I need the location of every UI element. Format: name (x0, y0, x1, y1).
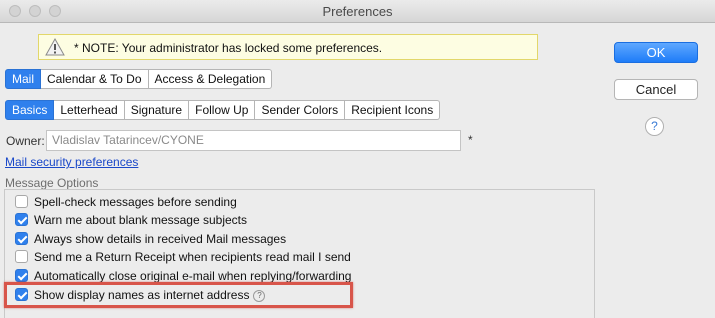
title-bar: Preferences (0, 0, 715, 23)
tab-basics[interactable]: Basics (5, 100, 55, 120)
option-label: Always show details in received Mail mes… (34, 232, 287, 246)
return-receipt-checkbox[interactable] (15, 250, 28, 263)
main-tab-bar: Mail Calendar & To Do Access & Delegatio… (5, 69, 273, 89)
owner-field[interactable]: Vladislav Tatarincev/CYONE (46, 130, 461, 151)
help-icon[interactable]: ? (645, 117, 664, 136)
sub-tab-bar: Basics Letterhead Signature Follow Up Se… (5, 100, 441, 120)
spell-check-checkbox[interactable] (15, 195, 28, 208)
message-options-label: Message Options (5, 176, 99, 190)
tab-calendar-todo[interactable]: Calendar & To Do (41, 69, 149, 89)
tab-follow-up[interactable]: Follow Up (189, 100, 256, 120)
option-label: Send me a Return Receipt when recipients… (34, 250, 351, 264)
mail-security-link[interactable]: Mail security preferences (5, 155, 138, 169)
option-label: Spell-check messages before sending (34, 195, 237, 209)
notice-text: * NOTE: Your administrator has locked so… (74, 41, 383, 55)
highlight-box (4, 282, 353, 308)
ok-button[interactable]: OK (614, 42, 698, 63)
auto-close-checkbox[interactable] (15, 269, 28, 282)
option-label: Automatically close original e-mail when… (34, 269, 352, 283)
warning-icon (45, 38, 65, 56)
required-mark: * (468, 133, 473, 147)
option-label: Warn me about blank message subjects (34, 213, 247, 227)
tab-access-delegation[interactable]: Access & Delegation (148, 69, 273, 89)
warn-blank-subject-checkbox[interactable] (15, 213, 28, 226)
admin-lock-notice: * NOTE: Your administrator has locked so… (38, 34, 538, 60)
show-details-checkbox[interactable] (15, 232, 28, 245)
tab-letterhead[interactable]: Letterhead (54, 100, 125, 120)
window-title: Preferences (322, 4, 393, 19)
tab-recipient-icons[interactable]: Recipient Icons (345, 100, 441, 120)
tab-signature[interactable]: Signature (124, 100, 190, 120)
tab-sender-colors[interactable]: Sender Colors (255, 100, 346, 120)
tab-mail[interactable]: Mail (5, 69, 42, 89)
owner-label: Owner: (6, 134, 45, 148)
cancel-button[interactable]: Cancel (614, 79, 698, 100)
